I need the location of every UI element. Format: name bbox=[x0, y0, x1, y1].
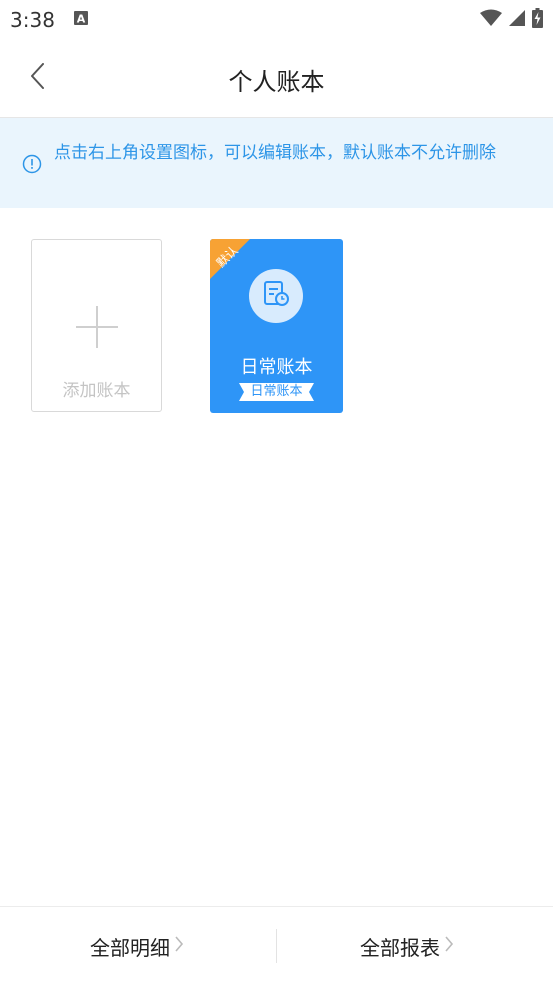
bottom-divider bbox=[276, 929, 277, 963]
svg-text:A: A bbox=[77, 13, 86, 26]
status-time: 3:38 bbox=[10, 8, 55, 32]
add-book-card[interactable]: 添加账本 bbox=[31, 239, 162, 412]
battery-charging-icon bbox=[532, 8, 543, 32]
chevron-right-icon bbox=[174, 935, 184, 957]
all-details-button[interactable]: 全部明细 bbox=[90, 929, 184, 963]
bottom-bar: 全部明细 全部报表 bbox=[0, 906, 553, 984]
wifi-icon bbox=[480, 9, 502, 31]
notice-banner: 点击右上角设置图标，可以编辑账本，默认账本不允许删除 bbox=[0, 118, 553, 208]
status-left: 3:38 A bbox=[10, 8, 89, 32]
book-card[interactable]: 默认 日常账本 日常账本 bbox=[210, 239, 343, 413]
book-icon-circle bbox=[249, 269, 303, 323]
book-name: 日常账本 bbox=[240, 357, 313, 378]
screen: 3:38 A 个人账本 点击右上角设置图标，可以编辑账本，默认账本不允许删除 添… bbox=[0, 0, 553, 984]
add-book-label: 添加账本 bbox=[62, 381, 131, 401]
info-circle-icon bbox=[22, 154, 42, 174]
all-reports-button[interactable]: 全部报表 bbox=[360, 929, 454, 963]
chevron-right-icon bbox=[444, 935, 454, 957]
book-tag: 日常账本 bbox=[239, 383, 314, 401]
page-title: 个人账本 bbox=[228, 68, 325, 96]
plus-icon bbox=[76, 306, 118, 348]
all-details-label: 全部明细 bbox=[90, 935, 170, 960]
signal-icon bbox=[508, 9, 526, 31]
status-bar: 3:38 A bbox=[0, 0, 553, 40]
book-tag-text: 日常账本 bbox=[250, 384, 303, 399]
status-right bbox=[480, 8, 543, 32]
all-reports-label: 全部报表 bbox=[360, 935, 440, 960]
notice-text: 点击右上角设置图标，可以编辑账本，默认账本不允许删除 bbox=[54, 143, 496, 163]
ledger-clock-icon bbox=[262, 280, 290, 312]
default-ribbon: 默认 bbox=[210, 239, 250, 279]
a-letter-icon: A bbox=[73, 10, 89, 30]
nav-bar: 个人账本 bbox=[0, 40, 553, 118]
